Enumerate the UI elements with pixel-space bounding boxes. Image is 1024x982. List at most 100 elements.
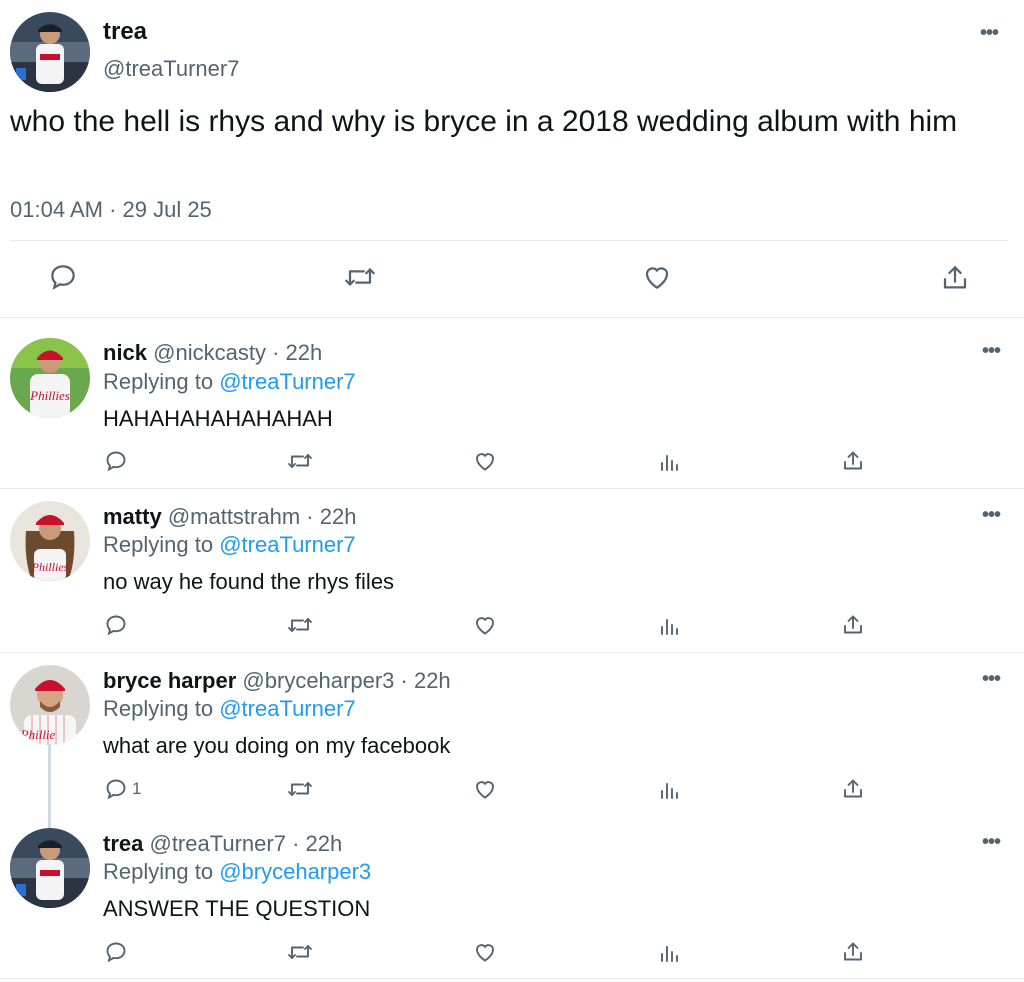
reply-button[interactable]: 1	[104, 777, 141, 801]
author-handle[interactable]: @treaTurner7	[103, 56, 239, 82]
avatar[interactable]	[10, 828, 90, 908]
retweet-button[interactable]	[286, 777, 314, 801]
mention-link[interactable]: @treaTurner7	[219, 696, 355, 721]
reply-time[interactable]: · 22h	[306, 504, 356, 529]
reply-time[interactable]: · 22h	[292, 831, 342, 856]
share-icon	[841, 449, 865, 473]
like-icon	[472, 940, 498, 964]
mention-link[interactable]: @treaTurner7	[219, 369, 355, 394]
retweet-button[interactable]	[286, 449, 314, 473]
author-name[interactable]: trea	[103, 831, 143, 856]
replying-prefix: Replying to	[103, 696, 214, 721]
more-options-icon[interactable]: •••	[982, 340, 1001, 363]
analytics-icon	[657, 941, 681, 965]
retweet-icon	[286, 940, 314, 964]
retweet-button[interactable]	[343, 262, 377, 292]
author-handle[interactable]: @bryceharper3	[242, 668, 394, 693]
reply-icon	[104, 613, 128, 637]
more-options-icon[interactable]: •••	[982, 504, 1001, 527]
reply-icon	[104, 940, 128, 964]
replying-prefix: Replying to	[103, 532, 214, 557]
retweet-icon	[286, 613, 314, 637]
share-icon	[841, 940, 865, 964]
reply-text: HAHAHAHAHAHAHAH	[103, 406, 333, 431]
replying-to: Replying to @treaTurner7	[103, 532, 356, 558]
share-button[interactable]	[841, 777, 865, 801]
reply-text: what are you doing on my facebook	[103, 733, 451, 758]
svg-text:Phillies: Phillies	[29, 388, 70, 403]
like-button[interactable]	[472, 940, 498, 964]
author-handle[interactable]: @mattstrahm	[168, 504, 300, 529]
tweet-timestamp[interactable]: 01:04 AM · 29 Jul 25	[10, 197, 212, 223]
mention-link[interactable]: @bryceharper3	[219, 859, 371, 884]
reply-icon	[104, 449, 128, 473]
like-button[interactable]	[641, 262, 673, 292]
retweet-icon	[343, 262, 377, 292]
analytics-icon	[657, 450, 681, 474]
divider	[10, 240, 1008, 241]
retweet-button[interactable]	[286, 940, 314, 964]
more-options-icon[interactable]: •••	[982, 831, 1001, 854]
author-handle[interactable]: @nickcasty	[153, 340, 266, 365]
reply-header: matty @mattstrahm · 22h	[103, 504, 356, 530]
reply-button[interactable]	[48, 262, 78, 292]
retweet-icon	[286, 449, 314, 473]
analytics-button[interactable]	[657, 614, 681, 638]
like-icon	[472, 449, 498, 473]
share-button[interactable]	[940, 262, 970, 294]
author-name[interactable]: nick	[103, 340, 147, 365]
reply-time[interactable]: · 22h	[272, 340, 322, 365]
analytics-button[interactable]	[657, 941, 681, 965]
avatar[interactable]	[10, 12, 90, 92]
reply-tweet[interactable]: Phillies nick @nickcasty · 22h ••• Reply…	[0, 318, 1024, 488]
reply-header: nick @nickcasty · 22h	[103, 340, 322, 366]
reply-button[interactable]	[104, 449, 132, 473]
share-icon	[841, 613, 865, 637]
author-handle[interactable]: @treaTurner7	[149, 831, 285, 856]
like-icon	[472, 613, 498, 637]
reply-tweet[interactable]: Phillie bryce harper @bryceharper3 · 22h…	[0, 653, 1024, 816]
reply-text: no way he found the rhys files	[103, 569, 395, 594]
analytics-icon	[657, 614, 681, 638]
replying-prefix: Replying to	[103, 859, 214, 884]
author-name[interactable]: bryce harper	[103, 668, 236, 693]
avatar[interactable]: Phillies	[10, 501, 90, 581]
like-icon	[641, 262, 673, 292]
analytics-button[interactable]	[657, 778, 681, 802]
share-icon	[841, 777, 865, 801]
analytics-icon	[657, 778, 681, 802]
like-button[interactable]	[472, 613, 498, 637]
replying-prefix: Replying to	[103, 369, 214, 394]
divider	[0, 978, 1024, 979]
reply-icon	[104, 777, 128, 801]
share-button[interactable]	[841, 940, 865, 964]
like-icon	[472, 777, 498, 801]
reply-tweet[interactable]: Phillies matty @mattstrahm · 22h ••• Rep…	[0, 489, 1024, 652]
reply-button[interactable]	[104, 940, 132, 964]
share-icon	[940, 262, 970, 294]
main-tweet: trea @treaTurner7 ••• who the hell is rh…	[0, 0, 1024, 317]
reply-tweet[interactable]: trea @treaTurner7 · 22h ••• Replying to …	[0, 816, 1024, 979]
retweet-icon	[286, 777, 314, 801]
reply-count: 1	[132, 779, 142, 798]
svg-text:Phillie: Phillie	[20, 727, 56, 742]
replying-to: Replying to @bryceharper3	[103, 859, 371, 885]
more-options-icon[interactable]: •••	[982, 668, 1001, 691]
reply-header: trea @treaTurner7 · 22h	[103, 831, 342, 857]
author-name[interactable]: trea	[103, 18, 147, 46]
more-options-icon[interactable]: •••	[980, 22, 999, 45]
analytics-button[interactable]	[657, 450, 681, 474]
reply-header: bryce harper @bryceharper3 · 22h	[103, 668, 451, 694]
avatar[interactable]: Phillie	[10, 665, 90, 745]
like-button[interactable]	[472, 449, 498, 473]
reply-time[interactable]: · 22h	[401, 668, 451, 693]
share-button[interactable]	[841, 449, 865, 473]
share-button[interactable]	[841, 613, 865, 637]
retweet-button[interactable]	[286, 613, 314, 637]
like-button[interactable]	[472, 777, 498, 801]
tweet-text: who the hell is rhys and why is bryce in…	[10, 105, 958, 138]
author-name[interactable]: matty	[103, 504, 162, 529]
avatar[interactable]: Phillies	[10, 338, 90, 418]
mention-link[interactable]: @treaTurner7	[219, 532, 355, 557]
reply-button[interactable]	[104, 613, 132, 637]
